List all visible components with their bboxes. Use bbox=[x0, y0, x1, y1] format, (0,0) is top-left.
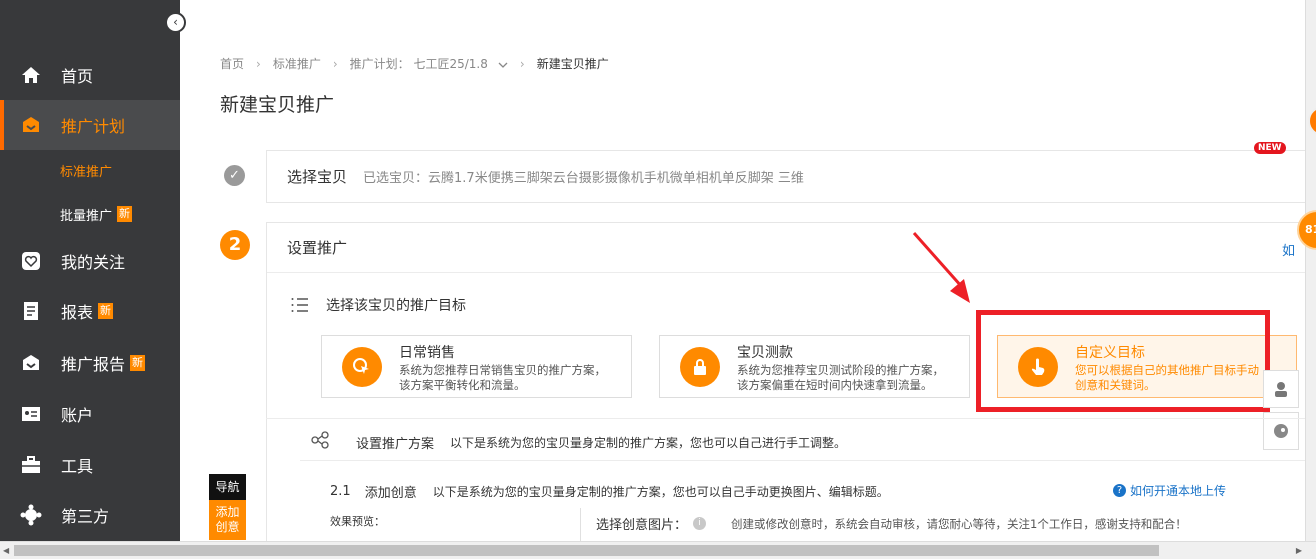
goal-title: 宝贝测款 bbox=[737, 344, 793, 361]
customer-service-icon[interactable] bbox=[1263, 370, 1299, 408]
step-select-item-panel: 选择宝贝 已选宝贝：云腾1.7米便携三脚架云台摄影摄像机手机微单相机单反脚架 三… bbox=[266, 150, 1316, 203]
new-badge: 新 bbox=[130, 355, 146, 371]
scrollbar-thumb[interactable] bbox=[14, 545, 1159, 556]
creative-section-header: 2.1 添加创意 以下是系统为您的宝贝量身定制的推广方案，您也可以自己手动更换图… bbox=[330, 484, 889, 501]
goal-desc: 系统为您推荐宝贝测试阶段的推广方案， bbox=[737, 362, 944, 377]
new-badge: 新 bbox=[98, 303, 114, 319]
question-icon: ? bbox=[1113, 484, 1126, 497]
goal-section-header: 选择该宝贝的推广目标 bbox=[290, 295, 466, 315]
step-title: 设置推广 bbox=[267, 223, 1316, 273]
chevron-left-circle-icon[interactable]: ‹ bbox=[165, 12, 186, 33]
scroll-left-icon[interactable]: ◀ bbox=[3, 546, 9, 555]
divider bbox=[300, 460, 1316, 461]
breadcrumb-home[interactable]: 首页 bbox=[220, 55, 244, 72]
cursor-click-icon bbox=[342, 346, 382, 387]
sidebar-item-label: 推广计划 bbox=[61, 117, 126, 136]
float-nav-guide[interactable]: 导航 bbox=[209, 474, 246, 500]
sidebar-item-home[interactable]: 首页 bbox=[0, 50, 180, 100]
plan-section-header: 设置推广方案 以下是系统为您的宝贝量身定制的推广方案，您也可以自己进行手工调整。 bbox=[310, 430, 846, 454]
chevron-right-icon: › bbox=[332, 56, 338, 71]
shop-report-icon bbox=[20, 352, 42, 374]
goal-desc: 该方案偏重在短时间内快速拿到流量。 bbox=[737, 377, 933, 392]
horizontal-scrollbar[interactable]: ◀ ▶ bbox=[0, 541, 1316, 559]
sidebar-item-tools[interactable]: 工具 bbox=[0, 440, 180, 490]
nodes-icon bbox=[310, 430, 330, 454]
goal-title: 日常销售 bbox=[399, 344, 455, 361]
breadcrumb-plan[interactable]: 推广计划： 七工匠25/1.8 bbox=[350, 55, 488, 72]
goal-title: 自定义目标 bbox=[1075, 344, 1145, 361]
chevron-right-icon: › bbox=[519, 56, 525, 71]
goal-desc: 创意和关键词。 bbox=[1075, 377, 1156, 392]
third-party-icon bbox=[20, 504, 42, 526]
heart-icon bbox=[20, 250, 42, 272]
sidebar-item-campaign-plan[interactable]: 推广计划 bbox=[0, 100, 180, 150]
hand-pointer-icon bbox=[1018, 346, 1058, 387]
annotation-arrow-icon bbox=[912, 232, 970, 303]
sidebar-item-third-party[interactable]: 第三方 bbox=[0, 490, 180, 540]
sidebar-item-label: 账户 bbox=[61, 406, 94, 425]
scroll-right-icon[interactable]: ▶ bbox=[1296, 546, 1302, 555]
help-link-local-upload[interactable]: ? 如何开通本地上传 bbox=[1113, 482, 1226, 499]
selected-item-text: 已选宝贝：云腾1.7米便携三脚架云台摄影摄像机手机微单相机单反脚架 三维 bbox=[363, 171, 804, 186]
sidebar-item-label: 工具 bbox=[61, 457, 94, 476]
sidebar-item-label: 推广报告 bbox=[61, 355, 126, 374]
goal-card-item-testing[interactable]: 宝贝测款 系统为您推荐宝贝测试阶段的推广方案， 该方案偏重在短时间内快速拿到流量… bbox=[659, 335, 970, 398]
sidebar-item-promo-report[interactable]: 推广报告 新 bbox=[0, 338, 180, 388]
step-number-badge: 2 bbox=[220, 230, 250, 260]
vertical-scrollbar[interactable] bbox=[1305, 0, 1316, 559]
sidebar-item-reports[interactable]: 报表 新 bbox=[0, 286, 180, 336]
lock-icon bbox=[680, 346, 720, 387]
goal-desc: 该方案平衡转化和流量。 bbox=[399, 377, 526, 392]
sidebar-item-label: 报表 bbox=[61, 303, 94, 322]
sidebar-subitem-batch[interactable]: 批量推广 新 bbox=[0, 194, 180, 234]
list-icon bbox=[290, 295, 310, 315]
sidebar: 首页 推广计划 标准推广 批量推广 新 我的关注 报表 新 推广报告 新 账户 … bbox=[0, 0, 180, 559]
id-card-icon bbox=[20, 403, 42, 425]
new-tag: NEW bbox=[1254, 142, 1286, 154]
goal-desc: 系统为您推荐日常销售宝贝的推广方案， bbox=[399, 362, 606, 377]
goal-desc: 您可以根据自己的其他推广目标手动 bbox=[1075, 362, 1259, 377]
chevron-right-icon: › bbox=[256, 56, 261, 71]
goal-card-custom[interactable]: 自定义目标 您可以根据自己的其他推广目标手动 创意和关键词。 bbox=[997, 335, 1297, 398]
sidebar-item-label: 我的关注 bbox=[61, 253, 126, 272]
sidebar-item-following[interactable]: 我的关注 bbox=[0, 236, 180, 286]
right-link[interactable]: 如 bbox=[1282, 240, 1295, 259]
float-nav-add-creative[interactable]: 添加 创意 bbox=[209, 500, 246, 540]
sidebar-item-label: 首页 bbox=[61, 67, 94, 86]
report-icon bbox=[20, 300, 42, 322]
sidebar-item-account[interactable]: 账户 bbox=[0, 389, 180, 439]
sidebar-item-label: 第三方 bbox=[61, 507, 110, 526]
divider bbox=[266, 418, 1316, 419]
goal-card-daily-sales[interactable]: 日常销售 系统为您推荐日常销售宝贝的推广方案， 该方案平衡转化和流量。 bbox=[321, 335, 632, 398]
breadcrumb: 首页 › 标准推广 › 推广计划： 七工匠25/1.8 › 新建宝贝推广 bbox=[220, 55, 609, 72]
sidebar-subitem-standard[interactable]: 标准推广 bbox=[0, 150, 180, 190]
info-icon[interactable]: i bbox=[693, 517, 707, 530]
shop-icon bbox=[20, 114, 42, 136]
toolbox-icon bbox=[20, 454, 42, 476]
chevron-down-icon[interactable] bbox=[498, 57, 508, 71]
breadcrumb-current: 新建宝贝推广 bbox=[536, 57, 609, 71]
pick-image-note: 创建或修改创意时，系统会自动审核，请您耐心等待，关注1个工作日，感谢支持和配合！ bbox=[731, 517, 1187, 531]
preview-label: 效果预览： bbox=[330, 515, 385, 528]
check-circle-icon: ✓ bbox=[224, 165, 245, 186]
page-title: 新建宝贝推广 bbox=[220, 94, 335, 116]
breadcrumb-standard[interactable]: 标准推广 bbox=[273, 55, 321, 72]
home-icon bbox=[20, 64, 42, 86]
new-badge: 新 bbox=[117, 206, 133, 222]
pick-image-label: 选择创意图片： i bbox=[596, 514, 707, 533]
step-title: 选择宝贝 bbox=[287, 168, 348, 186]
